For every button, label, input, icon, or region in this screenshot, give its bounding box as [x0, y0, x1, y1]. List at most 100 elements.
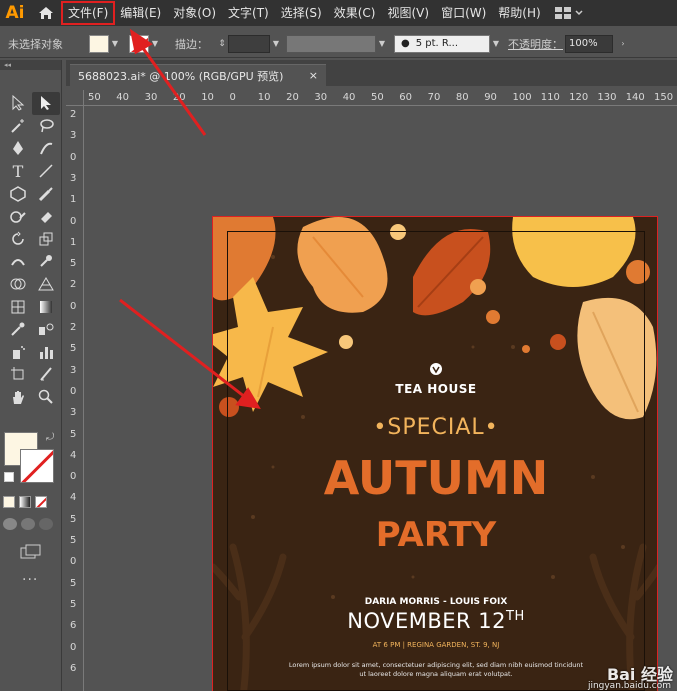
ruler-v-label: 5 [70, 535, 77, 546]
tool-grid: T [0, 70, 61, 408]
gradient-mode-icon[interactable] [19, 496, 31, 508]
eraser-icon[interactable] [32, 205, 60, 228]
vertical-ruler[interactable]: 2 3 0 3 1 0 1 5 2 0 2 5 3 0 3 5 4 0 4 5 5 0 5 5 6 0 6 [66, 106, 84, 691]
color-mode-icon[interactable] [3, 496, 15, 508]
line-tool-icon[interactable] [32, 160, 60, 183]
home-icon[interactable] [30, 6, 62, 20]
ruler-v-label: 5 [70, 598, 77, 610]
rotate-tool-icon[interactable] [4, 228, 32, 251]
variable-width-profile[interactable] [286, 34, 376, 53]
magic-wand-icon[interactable] [4, 115, 32, 138]
gradient-tool-icon[interactable] [32, 295, 60, 318]
menu-effect[interactable]: 效果(C) [328, 2, 382, 24]
ruler-h-label: 10 [257, 92, 271, 103]
stroke-color-swatch[interactable] [20, 449, 54, 483]
perspective-grid-icon[interactable] [32, 273, 60, 296]
toolbox-collapse-icon[interactable]: ◂◂ [0, 60, 61, 70]
ruler-v-label: 1 [70, 194, 77, 206]
brush-dropdown-icon[interactable]: ▼ [490, 35, 502, 53]
shaper-tool-icon[interactable] [4, 205, 32, 228]
curvature-tool-icon[interactable] [32, 137, 60, 160]
grid-layout-icon [554, 7, 571, 19]
ruler-v-label: 2 [70, 322, 77, 333]
draw-normal-icon[interactable] [3, 518, 17, 530]
shape-builder-icon[interactable] [4, 273, 32, 296]
document-tab[interactable]: 5688023.ai* @ 100% (RGB/GPU 预览) × [70, 64, 326, 86]
profile-dropdown-icon[interactable]: ▼ [376, 35, 388, 53]
stroke-swatch[interactable] [129, 34, 149, 53]
poster-body-text[interactable]: Lorem ipsum dolor sit amet, consectetuer… [286, 661, 586, 679]
default-colors-icon[interactable] [4, 472, 14, 482]
more-tools-icon[interactable]: ··· [22, 572, 38, 588]
app-logo: Ai [5, 3, 25, 23]
menu-edit[interactable]: 编辑(E) [114, 2, 167, 24]
stroke-label: 描边： [175, 37, 208, 51]
type-tool-icon[interactable]: T [4, 160, 32, 183]
opacity-input[interactable]: 100% [565, 34, 613, 53]
poster-subheadline[interactable]: PARTY [213, 515, 657, 555]
shape-tool-icon[interactable] [4, 182, 32, 205]
poster-names[interactable]: DARIA MORRIS - LOUIS FOIX [213, 597, 657, 607]
artboard-tool-icon[interactable] [4, 363, 32, 386]
fill-swatch[interactable] [89, 34, 109, 53]
brush-label: 5 pt. R... [415, 38, 459, 49]
eyedropper-icon[interactable] [4, 318, 32, 341]
workspace-switcher[interactable] [554, 7, 583, 19]
swap-colors-icon[interactable]: ⤾ [46, 432, 54, 443]
artboard[interactable]: TEA HOUSE •SPECIAL• AUTUMN PARTY DARIA M… [212, 216, 658, 691]
direct-selection-tool-icon[interactable] [32, 92, 60, 115]
symbol-sprayer-icon[interactable] [4, 341, 32, 364]
ruler-h-label: 110 [540, 92, 560, 103]
stroke-dropdown-icon[interactable]: ▼ [149, 35, 161, 53]
poster-date[interactable]: NOVEMBER 12TH [213, 609, 657, 633]
menu-type[interactable]: 文字(T) [222, 2, 275, 24]
horizontal-ruler[interactable]: 50 40 30 20 10 0 10 20 30 40 50 60 70 80 90 100 110 120 13… [84, 90, 677, 106]
menu-view[interactable]: 视图(V) [381, 2, 435, 24]
slice-tool-icon[interactable] [32, 363, 60, 386]
lasso-icon[interactable] [32, 115, 60, 138]
menu-object[interactable]: 对象(O) [167, 2, 222, 24]
width-tool-icon[interactable] [4, 250, 32, 273]
puppet-warp-icon[interactable] [32, 250, 60, 273]
ruler-v-label: 0 [70, 471, 77, 483]
paintbrush-icon[interactable] [32, 182, 60, 205]
menu-help[interactable]: 帮助(H) [492, 2, 546, 24]
ruler-h-label: 40 [116, 92, 130, 103]
ruler-v-label: 2 [70, 109, 77, 120]
scale-tool-icon[interactable] [32, 228, 60, 251]
mesh-tool-icon[interactable] [4, 295, 32, 318]
poster-brand[interactable]: TEA HOUSE [213, 382, 657, 396]
zoom-tool-icon[interactable] [32, 386, 60, 409]
poster-headline[interactable]: AUTUMN [213, 451, 657, 505]
screen-mode-icon[interactable] [20, 544, 42, 563]
stroke-weight-dropdown-icon[interactable]: ▼ [270, 35, 282, 53]
draw-behind-icon[interactable] [21, 518, 35, 530]
pen-tool-icon[interactable] [4, 137, 32, 160]
poster-venue[interactable]: AT 6 PM | REGINA GARDEN, ST. 9, NJ [213, 641, 657, 649]
ruler-h-label: 20 [286, 92, 299, 103]
menu-window[interactable]: 窗口(W) [435, 2, 492, 24]
ruler-v-label: 0 [70, 641, 77, 653]
blend-tool-icon[interactable] [32, 318, 60, 341]
ruler-h-label: 0 [229, 92, 236, 103]
ruler-v-label: 6 [70, 620, 77, 632]
canvas[interactable]: TEA HOUSE •SPECIAL• AUTUMN PARTY DARIA M… [84, 106, 677, 691]
none-mode-icon[interactable] [35, 496, 47, 508]
stroke-weight-input[interactable] [228, 34, 270, 53]
draw-inside-icon[interactable] [39, 518, 53, 530]
ruler-h-label: 30 [314, 92, 328, 103]
selection-tool-icon[interactable] [4, 92, 32, 115]
ruler-v-label: 0 [70, 215, 77, 227]
stroke-stepper-icon[interactable]: ⇕ [216, 35, 228, 53]
close-icon[interactable]: × [309, 69, 318, 82]
fill-dropdown-icon[interactable]: ▼ [109, 35, 121, 53]
poster-special[interactable]: •SPECIAL• [213, 415, 657, 440]
ruler-v-label: 0 [70, 151, 77, 163]
ruler-origin[interactable] [66, 90, 84, 106]
menu-select[interactable]: 选择(S) [275, 2, 328, 24]
menu-file[interactable]: 文件(F) [60, 1, 116, 25]
brush-definition[interactable]: ● 5 pt. R... [394, 34, 490, 53]
column-graph-icon[interactable] [32, 341, 60, 364]
hand-tool-icon[interactable] [4, 386, 32, 409]
opacity-arrow-icon[interactable]: › [617, 35, 629, 53]
